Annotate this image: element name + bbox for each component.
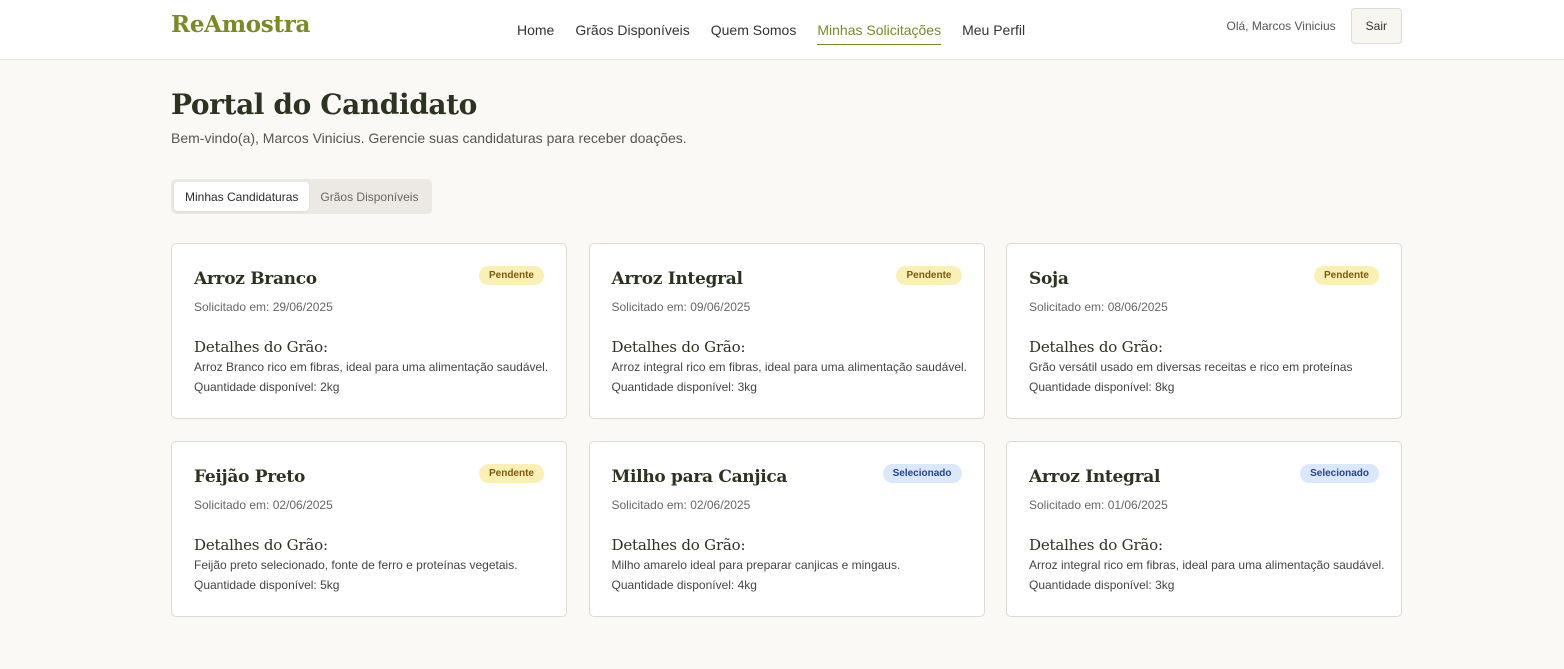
application-card: Arroz Integral Pendente Solicitado em: 0… (588, 243, 985, 419)
tabs-bar: Minhas Candidaturas Grãos Disponíveis (171, 179, 433, 214)
card-date: Solicitado em: 29/06/2025 (194, 300, 333, 314)
card-date: Solicitado em: 08/06/2025 (1029, 300, 1168, 314)
brand-logo[interactable]: ReAmostra (171, 11, 310, 38)
nav-item-minhas-solicitacoes[interactable]: Minhas Solicitações (817, 16, 942, 45)
card-section-heading: Detalhes do Grão: (194, 536, 328, 554)
card-description: Arroz integral rico em fibras, ideal par… (1029, 558, 1385, 572)
nav-item-home[interactable]: Home (517, 16, 554, 45)
card-section-heading: Detalhes do Grão: (194, 338, 328, 356)
page-subtitle: Bem-vindo(a), Marcos Vinicius. Gerencie … (171, 130, 687, 146)
status-badge: Selecionado (1300, 464, 1379, 483)
user-area: Olá, Marcos Vinicius Sair (1226, 8, 1402, 44)
card-date: Solicitado em: 01/06/2025 (1029, 498, 1168, 512)
card-quantity: Quantidade disponível: 4kg (611, 578, 757, 592)
card-quantity: Quantidade disponível: 2kg (194, 380, 340, 394)
logout-button[interactable]: Sair (1350, 8, 1402, 44)
nav-item-quem-somos[interactable]: Quem Somos (711, 16, 797, 45)
status-badge: Pendente (896, 266, 962, 285)
status-badge: Selecionado (882, 464, 962, 483)
card-section-heading: Detalhes do Grão: (611, 338, 746, 356)
card-description: Milho amarelo ideal para preparar canjic… (611, 558, 901, 572)
status-badge: Pendente (1313, 266, 1379, 285)
card-quantity: Quantidade disponível: 3kg (1029, 578, 1175, 592)
page-title: Portal do Candidato (171, 88, 477, 121)
application-card: Milho para Canjica Selecionado Solicitad… (588, 441, 985, 617)
card-section-heading: Detalhes do Grão: (611, 536, 746, 554)
card-date: Solicitado em: 09/06/2025 (611, 300, 751, 314)
card-quantity: Quantidade disponível: 8kg (1029, 380, 1175, 394)
card-description: Grão versátil usado em diversas receitas… (1029, 360, 1353, 374)
nav-item-meu-perfil[interactable]: Meu Perfil (962, 16, 1025, 45)
card-section-heading: Detalhes do Grão: (1029, 338, 1163, 356)
user-greeting: Olá, Marcos Vinicius (1226, 19, 1336, 33)
card-description: Arroz Branco rico em fibras, ideal para … (194, 360, 549, 374)
card-quantity: Quantidade disponível: 5kg (194, 578, 340, 592)
status-badge: Pendente (478, 464, 544, 483)
card-description: Feijão preto selecionado, fonte de ferro… (194, 558, 518, 572)
card-section-heading: Detalhes do Grão: (1029, 536, 1163, 554)
tab-minhas-candidaturas[interactable]: Minhas Candidaturas (174, 182, 310, 211)
application-card: Soja Pendente Solicitado em: 08/06/2025 … (1006, 243, 1402, 419)
top-header: ReAmostra Home Grãos Disponíveis Quem So… (0, 0, 1564, 60)
tab-graos-disponiveis[interactable]: Grãos Disponíveis (309, 182, 429, 211)
status-badge: Pendente (478, 266, 544, 285)
card-date: Solicitado em: 02/06/2025 (194, 498, 333, 512)
application-card: Arroz Branco Pendente Solicitado em: 29/… (171, 243, 567, 419)
card-date: Solicitado em: 02/06/2025 (611, 498, 751, 512)
card-quantity: Quantidade disponível: 3kg (611, 380, 757, 394)
application-card: Arroz Integral Selecionado Solicitado em… (1006, 441, 1402, 617)
application-card: Feijão Preto Pendente Solicitado em: 02/… (171, 441, 567, 617)
applications-grid: Arroz Branco Pendente Solicitado em: 29/… (171, 243, 1402, 617)
card-description: Arroz integral rico em fibras, ideal par… (611, 360, 968, 374)
main-nav: Home Grãos Disponíveis Quem Somos Minhas… (517, 0, 1025, 60)
nav-item-graos-disponiveis[interactable]: Grãos Disponíveis (575, 16, 689, 45)
